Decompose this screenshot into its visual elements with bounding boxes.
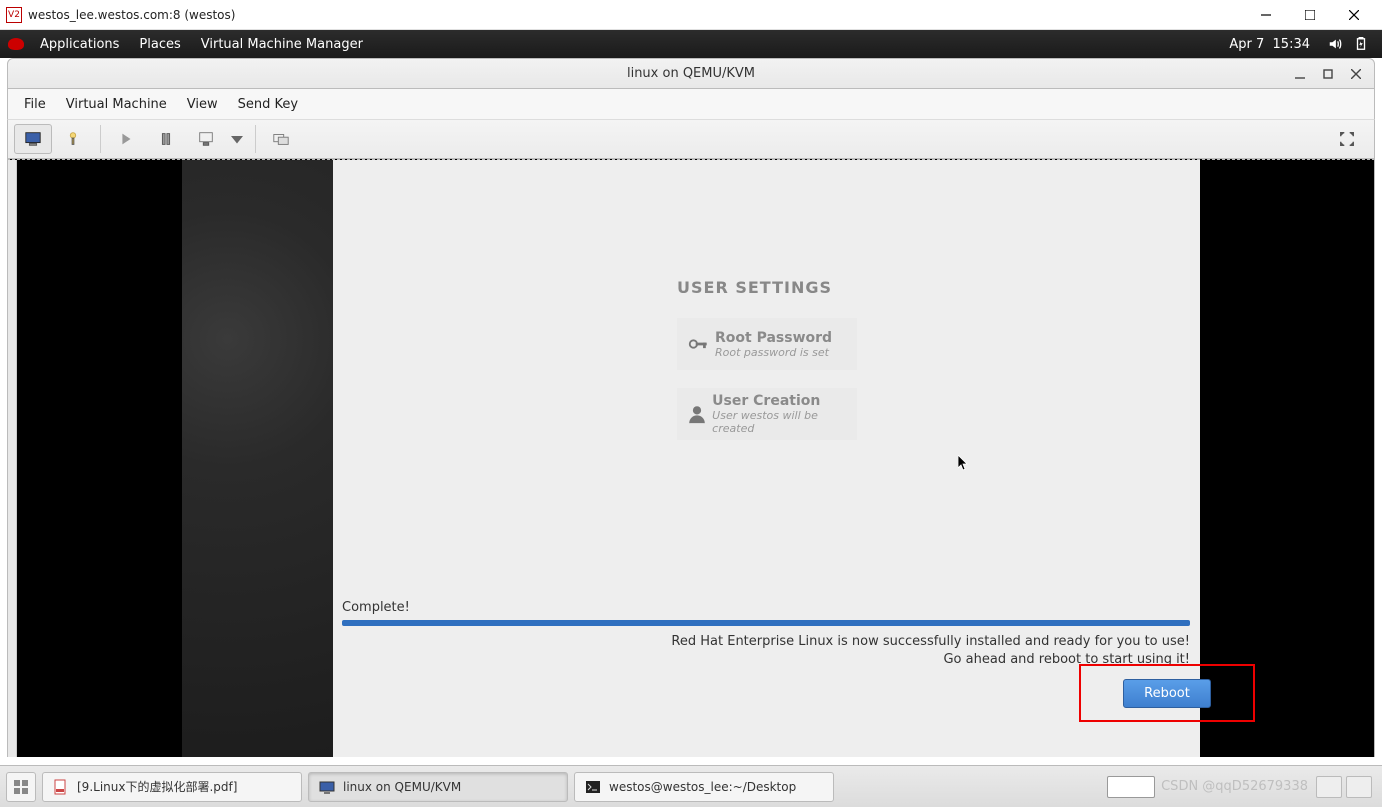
toolbar-separator (255, 125, 256, 153)
left-panel-strip (8, 160, 17, 757)
tray-indicator[interactable] (1107, 776, 1155, 798)
console-button[interactable] (14, 124, 52, 154)
run-button[interactable] (107, 124, 145, 154)
terminal-icon (585, 779, 601, 795)
gnome-top-panel: Applications Places Virtual Machine Mana… (0, 30, 1382, 58)
maximize-button[interactable] (1288, 0, 1332, 30)
user-settings-heading: USER SETTINGS (677, 278, 832, 297)
mouse-cursor-icon (958, 455, 970, 471)
vmm-icon (319, 779, 335, 795)
fullscreen-button[interactable] (1328, 124, 1366, 154)
shutdown-button[interactable] (187, 124, 225, 154)
menu-virtual-machine[interactable]: Virtual Machine (56, 97, 177, 112)
vmm-close-button[interactable] (1342, 62, 1370, 86)
user-icon (681, 403, 712, 425)
tray-icon-1[interactable] (1316, 776, 1342, 798)
minimize-button[interactable] (1244, 0, 1288, 30)
letterbox-left (17, 160, 182, 757)
user-creation-status: User westos will be created (712, 409, 851, 435)
vnc-window-title: westos_lee.westos.com:8 (westos) (28, 8, 1244, 22)
vnc-titlebar: V2 westos_lee.westos.com:8 (westos) (0, 0, 1382, 30)
progress-bar (342, 620, 1190, 626)
toolbar-separator (100, 125, 101, 153)
root-password-status: Root password is set (715, 346, 832, 359)
root-password-spoke[interactable]: Root Password Root password is set (677, 318, 857, 370)
taskbar-item-terminal[interactable]: westos@westos_lee:~/Desktop (574, 772, 834, 802)
reboot-highlight-box: Reboot (1079, 664, 1255, 722)
taskbar-item-label: [9.Linux下的虚拟化部署.pdf] (77, 778, 237, 795)
taskbar-item-vmm[interactable]: linux on QEMU/KVM (308, 772, 568, 802)
pdf-icon (53, 779, 69, 795)
taskbar-item-label: linux on QEMU/KVM (343, 780, 461, 794)
gnome-taskbar: [9.Linux下的虚拟化部署.pdf] linux on QEMU/KVM w… (0, 765, 1382, 807)
anaconda-sidebar (182, 160, 333, 757)
vmm-menubar: File Virtual Machine View Send Key (7, 89, 1375, 119)
user-creation-spoke[interactable]: User Creation User westos will be create… (677, 388, 857, 440)
user-creation-title: User Creation (712, 393, 851, 409)
vm-display[interactable]: USER SETTINGS Root Password Root passwor… (7, 159, 1375, 757)
details-button[interactable] (54, 124, 92, 154)
redhat-logo-icon (8, 38, 24, 50)
root-password-title: Root Password (715, 330, 832, 346)
vmm-window-title: linux on QEMU/KVM (627, 66, 755, 81)
vnc-app-icon: V2 (6, 7, 22, 23)
vmm-toolbar (7, 119, 1375, 159)
watermark-text: CSDN @qqD52679338 (1161, 779, 1316, 794)
app-menu-virt-manager[interactable]: Virtual Machine Manager (191, 37, 373, 52)
menu-send-key[interactable]: Send Key (228, 97, 308, 112)
vmm-window-titlebar: linux on QEMU/KVM (7, 58, 1375, 89)
progress-label: Complete! (342, 600, 410, 615)
key-icon (681, 333, 715, 355)
applications-menu[interactable]: Applications (30, 37, 129, 52)
close-button[interactable] (1332, 0, 1376, 30)
battery-icon[interactable] (1348, 37, 1374, 51)
clock-date[interactable]: Apr 7 15:34 (1221, 37, 1322, 52)
vmm-maximize-button[interactable] (1314, 62, 1342, 86)
shutdown-menu-button[interactable] (227, 124, 247, 154)
snapshots-button[interactable] (262, 124, 300, 154)
taskbar-item-pdf[interactable]: [9.Linux下的虚拟化部署.pdf] (42, 772, 302, 802)
taskbar-item-label: westos@westos_lee:~/Desktop (609, 780, 796, 794)
pause-button[interactable] (147, 124, 185, 154)
volume-icon[interactable] (1322, 37, 1348, 51)
tray-icon-2[interactable] (1346, 776, 1372, 798)
vmm-minimize-button[interactable] (1286, 62, 1314, 86)
anaconda-screen: USER SETTINGS Root Password Root passwor… (182, 160, 1200, 757)
menu-view[interactable]: View (177, 97, 228, 112)
install-success-message: Red Hat Enterprise Linux is now successf… (671, 634, 1190, 649)
reboot-button[interactable]: Reboot (1123, 679, 1211, 708)
places-menu[interactable]: Places (129, 37, 190, 52)
show-desktop-button[interactable] (6, 772, 36, 802)
menu-file[interactable]: File (14, 97, 56, 112)
